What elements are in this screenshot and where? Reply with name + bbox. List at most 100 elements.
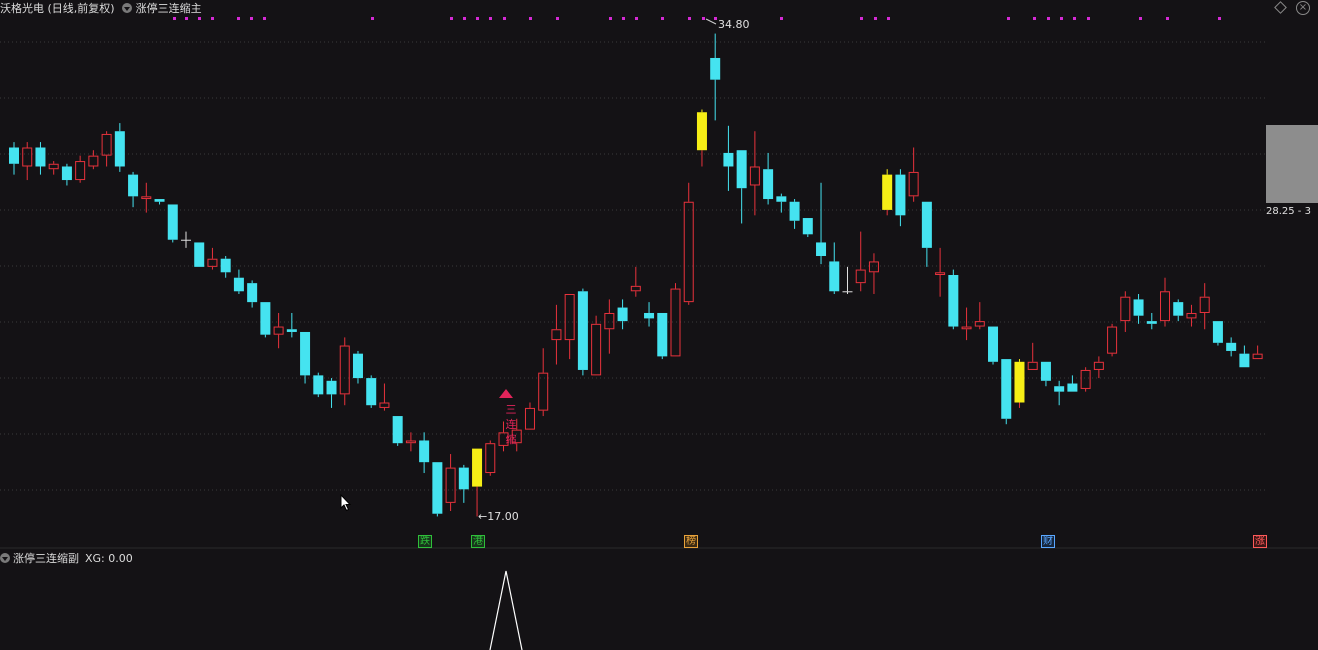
candle	[1107, 323, 1118, 357]
candle-body	[789, 201, 800, 221]
candle	[868, 253, 879, 294]
candle-body	[1040, 361, 1051, 381]
candle	[233, 269, 244, 294]
signal-dot	[887, 17, 890, 20]
candle	[247, 280, 258, 308]
candle	[723, 125, 734, 191]
event-tag[interactable]: 榜	[684, 535, 698, 548]
candle-body	[1199, 296, 1210, 313]
candle	[842, 266, 853, 294]
event-tag[interactable]: 港	[471, 535, 485, 548]
candle	[485, 440, 496, 476]
candle	[35, 142, 46, 175]
candle	[260, 302, 271, 338]
signal-dot	[476, 17, 479, 20]
signal-dot	[1139, 17, 1142, 20]
candle-body	[564, 293, 575, 341]
candle	[1199, 283, 1210, 330]
candle	[988, 326, 999, 365]
sub-indicator-name[interactable]: 涨停三连缩副	[13, 550, 79, 566]
candle-body	[524, 407, 535, 430]
candle-body	[710, 57, 721, 80]
signal-dot	[250, 17, 253, 20]
signal-dot	[1087, 17, 1090, 20]
candle-body	[538, 372, 549, 411]
event-tag[interactable]: 财	[1041, 535, 1055, 548]
price-scale-box[interactable]	[1266, 125, 1318, 203]
candle-body	[577, 291, 588, 370]
candle	[286, 312, 297, 338]
candle	[300, 331, 311, 384]
candle	[1120, 291, 1131, 332]
candle	[882, 169, 893, 216]
dropdown-icon[interactable]	[0, 553, 10, 563]
signal-dot	[173, 17, 176, 20]
high-price-label: 34.80	[718, 18, 750, 31]
candle	[154, 199, 165, 205]
dropdown-icon[interactable]	[121, 3, 132, 13]
kline-chart[interactable]	[0, 0, 1318, 650]
candle	[48, 161, 59, 175]
candle-body	[657, 312, 668, 357]
candle	[392, 416, 403, 446]
stock-title[interactable]: 沃格光电 (日线,前复权)	[0, 0, 115, 16]
candle-body	[485, 443, 496, 474]
candle-body	[392, 416, 403, 444]
signal-dot	[780, 17, 783, 20]
candle	[604, 299, 615, 354]
xg-value: XG: 0.00	[85, 551, 133, 565]
candle-body	[445, 467, 456, 503]
high-price-value: 34.80	[718, 18, 750, 31]
candle	[1239, 345, 1250, 368]
mouse-cursor-icon	[340, 494, 352, 512]
candle-body	[141, 196, 152, 200]
candle	[128, 171, 139, 208]
candle	[538, 348, 549, 417]
signal-dot	[622, 17, 625, 20]
candle	[683, 182, 694, 305]
signal-dot	[556, 17, 559, 20]
candle-body	[1001, 359, 1012, 419]
candle	[630, 266, 641, 297]
candle	[101, 131, 112, 167]
candle	[273, 312, 284, 349]
event-tag[interactable]: 跌	[418, 535, 432, 548]
candle-body	[260, 302, 271, 335]
signal-dot	[1033, 17, 1036, 20]
candle-body	[630, 285, 641, 292]
candle	[789, 199, 800, 229]
candle	[352, 350, 363, 384]
candle-body	[472, 448, 483, 487]
xg-signal-line	[489, 570, 523, 650]
candle	[908, 147, 919, 202]
candle-body	[895, 174, 906, 216]
candle	[921, 201, 932, 267]
candle	[644, 302, 655, 327]
candle-body	[207, 258, 218, 267]
candle-body	[1212, 321, 1223, 343]
candle-body	[882, 174, 893, 210]
candle-body	[22, 147, 33, 167]
candle	[948, 269, 959, 330]
main-indicator-name[interactable]: 涨停三连缩主	[136, 0, 202, 16]
candle-body	[1107, 326, 1118, 354]
signal-dot	[1166, 17, 1169, 20]
candle	[1001, 359, 1012, 425]
candle-body	[935, 272, 946, 275]
event-tag[interactable]: 涨	[1253, 535, 1267, 548]
candle-body	[829, 261, 840, 292]
candle-body	[988, 326, 999, 362]
signal-dot	[489, 17, 492, 20]
close-icon[interactable]: ×	[1296, 1, 1310, 15]
chart-annotations	[499, 18, 717, 398]
signal-dot	[211, 17, 214, 20]
candle-body	[458, 467, 469, 490]
candle-body	[48, 163, 59, 170]
candle	[1252, 345, 1263, 360]
candle	[829, 242, 840, 294]
candle	[1040, 361, 1051, 387]
candle-body	[1080, 369, 1091, 389]
candle-body	[921, 201, 932, 248]
candle-body	[167, 204, 178, 240]
candle	[763, 152, 774, 205]
